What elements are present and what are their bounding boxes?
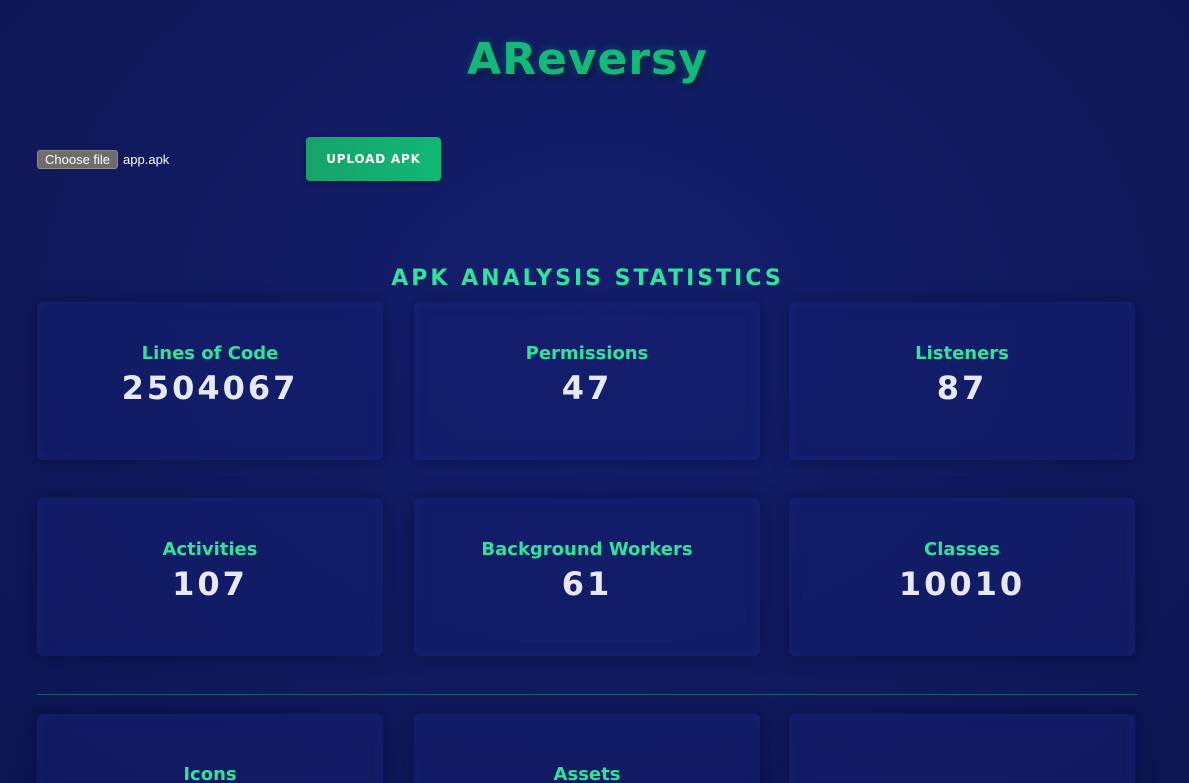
- stat-value: 61: [561, 565, 613, 603]
- section-divider: [37, 694, 1138, 695]
- stat-card-assets: Assets: [414, 714, 760, 783]
- selected-file-name: app.apk: [123, 152, 170, 167]
- stat-label: Permissions: [525, 343, 649, 364]
- stat-card-listeners: Listeners 87: [789, 302, 1135, 460]
- stat-card-lines-of-code: Lines of Code 2504067: [37, 302, 383, 460]
- stat-card-empty: [789, 714, 1135, 783]
- stat-label: Icons: [183, 764, 237, 783]
- upload-form: Choose file app.apk UPLOAD APK: [37, 137, 457, 181]
- stat-value: 47: [561, 369, 613, 407]
- stat-label: Lines of Code: [141, 343, 279, 364]
- stat-label: Assets: [553, 764, 621, 783]
- stat-label: Background Workers: [481, 539, 693, 560]
- stat-card-activities: Activities 107: [37, 498, 383, 656]
- stat-card-background-workers: Background Workers 61: [414, 498, 760, 656]
- stat-value: 107: [172, 565, 248, 603]
- stat-label: Classes: [924, 539, 1000, 560]
- stat-label: Listeners: [915, 343, 1009, 364]
- app-title: AReversy: [467, 34, 708, 85]
- stat-value: 2504067: [121, 369, 299, 407]
- stat-value: 87: [936, 369, 988, 407]
- choose-file-button[interactable]: Choose file: [37, 150, 119, 169]
- stat-label: Activities: [162, 539, 258, 560]
- stat-card-classes: Classes 10010: [789, 498, 1135, 656]
- stat-value: 10010: [898, 565, 1026, 603]
- stat-card-permissions: Permissions 47: [414, 302, 760, 460]
- stat-card-icons: Icons: [37, 714, 383, 783]
- upload-apk-button[interactable]: UPLOAD APK: [306, 137, 441, 181]
- stats-section-title: APK ANALYSIS STATISTICS: [391, 266, 784, 291]
- file-input[interactable]: Choose file app.apk: [37, 150, 169, 169]
